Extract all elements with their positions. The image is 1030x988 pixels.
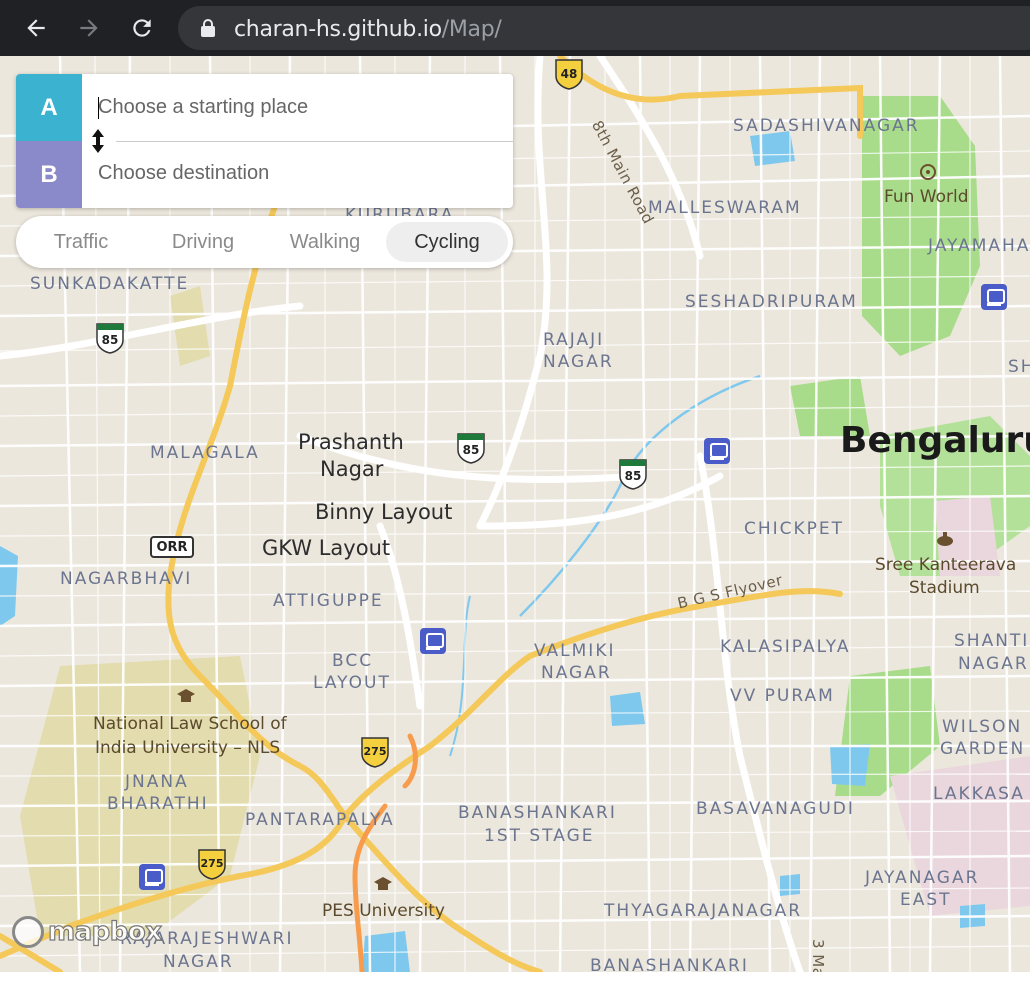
mapbox-icon — [12, 916, 44, 948]
travel-mode-toggle: Traffic Driving Walking Cycling — [16, 216, 513, 268]
arrow-left-icon — [27, 19, 45, 37]
road-label: 3 Ma — [809, 939, 827, 972]
area-label: MALLESWARAM — [648, 198, 802, 218]
highway-shield-85: 85 — [619, 459, 647, 490]
reverse-direction-icon[interactable] — [90, 128, 106, 154]
highway-shield-85: 85 — [457, 433, 485, 464]
mode-cycling[interactable]: Cycling — [386, 222, 508, 262]
area-label: SHANTI — [954, 631, 1030, 651]
school-icon[interactable] — [176, 688, 196, 704]
area-label: LAYOUT — [313, 673, 391, 693]
metro-station-icon[interactable] — [420, 628, 446, 654]
mode-walking[interactable]: Walking — [264, 222, 386, 262]
poi-label: India University – NLS — [95, 738, 281, 758]
area-label: EAST — [900, 890, 952, 910]
area-label: VALMIKI — [534, 641, 616, 661]
mapbox-attribution[interactable]: mapbox — [12, 914, 163, 950]
browser-toolbar: charan-hs.github.io/Map/ — [0, 0, 1030, 56]
metro-station-icon[interactable] — [139, 864, 165, 890]
area-label: BANASHANKARI — [590, 956, 749, 972]
area-label: RAJAJI — [543, 330, 605, 350]
stadium-icon[interactable] — [935, 530, 955, 548]
place-label: GKW Layout — [262, 536, 391, 560]
area-label: BASAVANAGUDI — [696, 799, 855, 819]
reload-button[interactable] — [124, 10, 160, 46]
amusement-park-icon[interactable] — [918, 162, 938, 182]
highway-shield-275: 275 — [198, 849, 226, 880]
lake — [750, 131, 795, 166]
place-label: Binny Layout — [315, 500, 453, 524]
url-text: charan-hs.github.io/Map/ — [234, 17, 502, 42]
area-label: BANASHANKARI — [458, 803, 617, 823]
text-caret — [98, 97, 99, 119]
area-label: NAGAR — [958, 654, 1029, 674]
area-label: GARDEN — [940, 739, 1026, 759]
area-label: PANTARAPALYA — [245, 810, 395, 830]
origin-input[interactable] — [98, 87, 503, 127]
area-label: SESHADRIPURAM — [685, 292, 858, 312]
address-bar[interactable]: charan-hs.github.io/Map/ — [178, 6, 1030, 50]
area-label: WILSON — [942, 717, 1023, 737]
svg-text:275: 275 — [201, 857, 224, 870]
area-label: SADASHIVANAGAR — [733, 116, 920, 136]
page-bottom — [0, 972, 1030, 988]
area-label: KALASIPALYA — [720, 637, 851, 657]
highway-shield-275: 275 — [361, 737, 389, 768]
area-label: CHICKPET — [744, 519, 845, 539]
area-label: NAGARBHAVI — [60, 569, 193, 589]
destination-tag: B — [16, 141, 82, 208]
lock-icon — [201, 19, 215, 37]
svg-text:48: 48 — [561, 67, 578, 81]
area-label: JAYANAGAR — [865, 868, 980, 888]
origin-tag: A — [16, 74, 82, 141]
place-label: Prashanth — [298, 430, 404, 454]
arrow-right-icon — [80, 19, 98, 37]
area-label: SH — [1008, 357, 1030, 377]
area-label: NAGAR — [541, 663, 612, 683]
highway-shield-85: 85 — [96, 323, 124, 354]
metro-station-icon[interactable] — [704, 438, 730, 464]
area-label: LAKKASA — [933, 784, 1025, 804]
svg-text:275: 275 — [364, 745, 387, 758]
place-label: Nagar — [320, 457, 384, 481]
area-label: JNANA — [125, 772, 189, 792]
highway-shield-48: 48 — [555, 59, 583, 90]
poi-label: Sree Kanteerava — [875, 555, 1017, 575]
orr-shield: ORR — [150, 536, 194, 558]
mode-driving[interactable]: Driving — [142, 222, 264, 262]
reload-icon — [133, 19, 151, 37]
directions-panel: A B — [16, 74, 513, 208]
metro-station-icon[interactable] — [981, 284, 1007, 310]
lake — [610, 692, 645, 726]
area-label: BHARATHI — [107, 794, 209, 814]
area-label: BCC — [332, 651, 374, 671]
destination-input[interactable] — [98, 153, 503, 193]
forward-button[interactable] — [71, 10, 107, 46]
mode-traffic[interactable]: Traffic — [20, 222, 142, 262]
input-divider — [116, 141, 513, 142]
area-label: JAYAMAHAL — [928, 236, 1030, 256]
area-label: ATTIGUPPE — [273, 591, 384, 611]
svg-text:85: 85 — [102, 333, 119, 347]
area-label: 1ST STAGE — [484, 826, 595, 846]
area-label: MALAGALA — [150, 443, 260, 463]
poi-label: Fun World — [884, 187, 969, 207]
poi-label: PES University — [322, 901, 445, 921]
area-label: NAGAR — [543, 352, 614, 372]
school-icon[interactable] — [373, 876, 393, 892]
poi-label: Stadium — [909, 578, 980, 598]
area-label: NAGAR — [163, 952, 234, 972]
city-label: Bengaluru — [840, 420, 1030, 461]
area-label: VV PURAM — [730, 686, 835, 706]
area-label: SUNKADAKATTE — [30, 274, 190, 294]
svg-text:85: 85 — [625, 469, 642, 483]
svg-text:85: 85 — [463, 443, 480, 457]
back-button[interactable] — [18, 10, 54, 46]
area-label: THYAGARAJANAGAR — [604, 901, 803, 921]
poi-label: National Law School of — [93, 714, 287, 734]
